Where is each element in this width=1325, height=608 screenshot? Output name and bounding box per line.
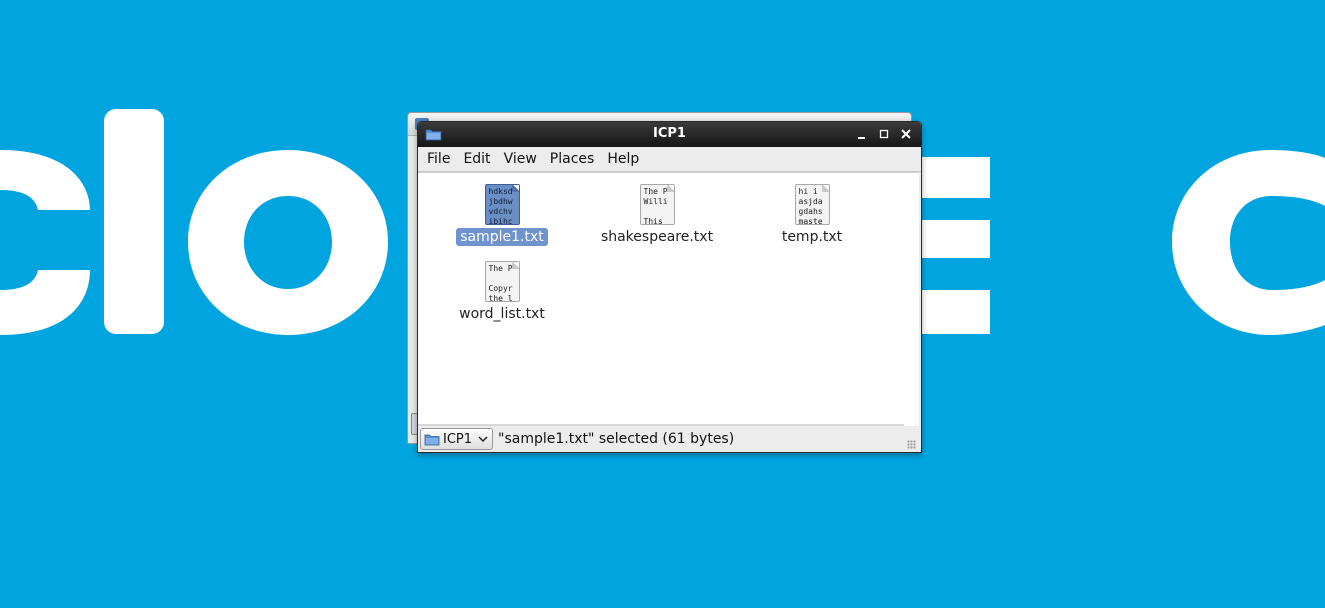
resize-grip[interactable]	[907, 440, 916, 449]
text-file-icon: hi i asjda gdahs maste	[794, 184, 830, 225]
file-preview: hdksd jbdhw vdchv ibihc	[488, 187, 513, 225]
chevron-down-icon	[478, 436, 488, 443]
title-bar[interactable]: ICP1	[418, 122, 921, 147]
menu-edit[interactable]: Edit	[458, 151, 495, 167]
file-item-shakespeare[interactable]: The P Willi This shakespeare.txt	[587, 184, 727, 246]
maximize-button[interactable]	[876, 126, 892, 142]
window-title: ICP1	[653, 126, 686, 141]
menu-bar: File Edit View Places Help	[418, 147, 921, 172]
file-manager-window: ICP1 File Edit View Places Help hdksd jb…	[417, 121, 922, 453]
menu-view[interactable]: View	[499, 151, 542, 167]
text-file-icon: hdksd jbdhw vdchv ibihc	[484, 184, 520, 225]
file-item-sample1[interactable]: hdksd jbdhw vdchv ibihc sample1.txt	[432, 184, 572, 246]
location-label: ICP1	[443, 431, 473, 447]
minimize-button[interactable]	[854, 126, 870, 142]
text-file-icon: The P Copyr the l	[484, 261, 520, 302]
menu-help[interactable]: Help	[602, 151, 644, 167]
close-icon	[901, 129, 911, 139]
file-name: sample1.txt	[456, 228, 548, 246]
menu-places[interactable]: Places	[545, 151, 600, 167]
file-name: temp.txt	[781, 229, 843, 245]
text-file-icon: The P Willi This	[639, 184, 675, 225]
minimize-icon	[858, 137, 865, 139]
status-bar: ICP1 "sample1.txt" selected (61 bytes)	[418, 426, 919, 452]
file-name: shakespeare.txt	[600, 229, 714, 245]
file-view[interactable]: hdksd jbdhw vdchv ibihc sample1.txt The …	[418, 172, 919, 427]
file-item-word-list[interactable]: The P Copyr the l word_list.txt	[432, 261, 572, 323]
maximize-icon	[879, 129, 889, 139]
folder-icon	[424, 434, 440, 445]
close-button[interactable]	[898, 126, 914, 142]
location-dropdown[interactable]: ICP1	[420, 428, 494, 450]
file-item-temp[interactable]: hi i asjda gdahs maste temp.txt	[742, 184, 882, 246]
file-preview: The P Willi This	[643, 187, 668, 225]
menu-file[interactable]: File	[422, 151, 455, 167]
file-preview: The P Copyr the l	[488, 264, 513, 302]
file-preview: hi i asjda gdahs maste	[798, 187, 823, 225]
status-message: "sample1.txt" selected (61 bytes)	[498, 431, 735, 447]
file-name: word_list.txt	[459, 306, 545, 322]
